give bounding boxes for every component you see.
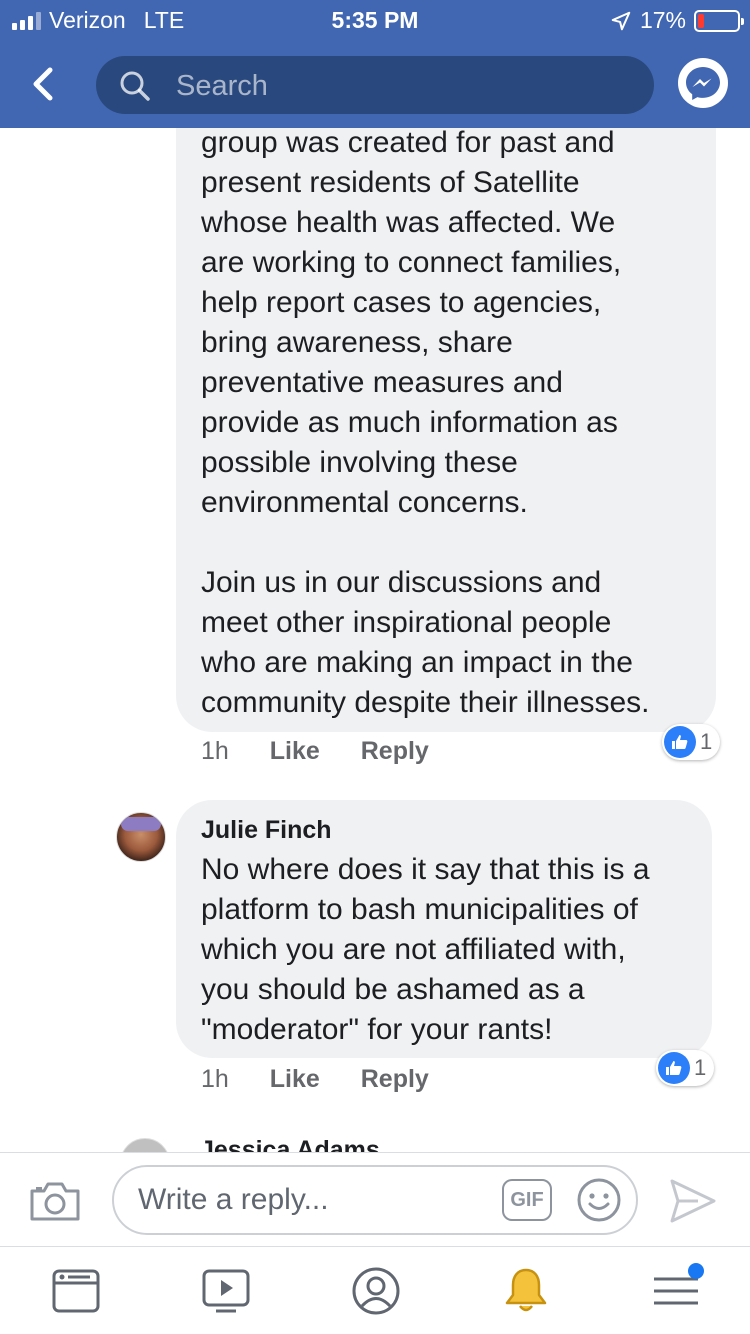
notifications-icon — [505, 1268, 547, 1312]
top-bar: Verizon LTE 5:35 PM 17% Search — [0, 0, 750, 128]
notification-dot — [688, 1263, 704, 1279]
location-arrow-icon — [611, 11, 631, 30]
avatar[interactable] — [116, 812, 166, 862]
back-icon — [33, 67, 53, 101]
reply-link[interactable]: Reply — [361, 737, 429, 765]
reply-composer: Write a reply... GIF — [0, 1152, 750, 1246]
camera-icon — [30, 1182, 80, 1221]
tab-profile[interactable] — [350, 1265, 402, 1317]
comment-actions: 1h Like Reply — [201, 1065, 429, 1094]
comment-time: 1h — [201, 1065, 229, 1093]
gif-button[interactable]: GIF — [502, 1179, 552, 1221]
reply-input[interactable]: Write a reply... GIF — [112, 1165, 638, 1235]
status-bar: Verizon LTE 5:35 PM 17% — [0, 0, 750, 40]
bottom-tab-bar — [0, 1246, 750, 1334]
like-link[interactable]: Like — [270, 1065, 320, 1093]
watch-icon — [202, 1269, 250, 1313]
send-icon — [670, 1179, 716, 1223]
tab-watch[interactable] — [200, 1265, 252, 1317]
status-right: 17% — [610, 7, 744, 34]
reply-placeholder: Write a reply... — [138, 1183, 329, 1216]
emoji-icon — [577, 1178, 621, 1222]
back-button[interactable] — [22, 62, 66, 106]
reply-link[interactable]: Reply — [361, 1065, 429, 1093]
comment-bubble[interactable]: Julie Finch No where does it say that th… — [176, 800, 712, 1058]
comment-actions: 1h Like Reply — [201, 737, 429, 766]
battery-level — [698, 13, 704, 28]
tab-news-feed[interactable] — [50, 1265, 102, 1317]
like-link[interactable]: Like — [270, 737, 320, 765]
like-reaction-icon — [664, 726, 696, 758]
comment-text: No where does it say that this is a plat… — [201, 853, 650, 1046]
comment-text: group was created for past and present r… — [201, 128, 650, 719]
search-icon — [120, 71, 150, 101]
tab-notifications[interactable] — [500, 1265, 552, 1317]
comment-author[interactable]: Jessica Adams — [200, 1136, 380, 1152]
battery-percent: 17% — [639, 7, 686, 33]
reaction-badge[interactable]: 1 — [662, 724, 721, 760]
emoji-button[interactable] — [576, 1177, 622, 1223]
camera-button[interactable] — [28, 1177, 82, 1225]
comment-thread: group was created for past and present r… — [0, 128, 750, 1152]
search-placeholder: Search — [176, 70, 268, 102]
comment-author[interactable]: Julie Finch — [201, 816, 332, 845]
avatar[interactable] — [120, 1138, 170, 1152]
send-button[interactable] — [668, 1177, 718, 1225]
comment-time: 1h — [201, 737, 229, 765]
messenger-icon — [686, 67, 720, 100]
news-feed-icon — [52, 1269, 100, 1313]
avatar-badge — [121, 817, 161, 831]
messenger-button[interactable] — [678, 58, 728, 108]
reaction-count: 1 — [700, 729, 713, 754]
nav-row: Search — [0, 40, 750, 128]
battery-icon — [694, 9, 744, 32]
like-reaction-icon — [658, 1052, 690, 1084]
reaction-count: 1 — [694, 1055, 707, 1080]
search-input[interactable]: Search — [96, 56, 654, 114]
reaction-badge[interactable]: 1 — [656, 1050, 715, 1086]
profile-icon — [352, 1267, 400, 1315]
comment-bubble[interactable]: group was created for past and present r… — [176, 128, 716, 732]
